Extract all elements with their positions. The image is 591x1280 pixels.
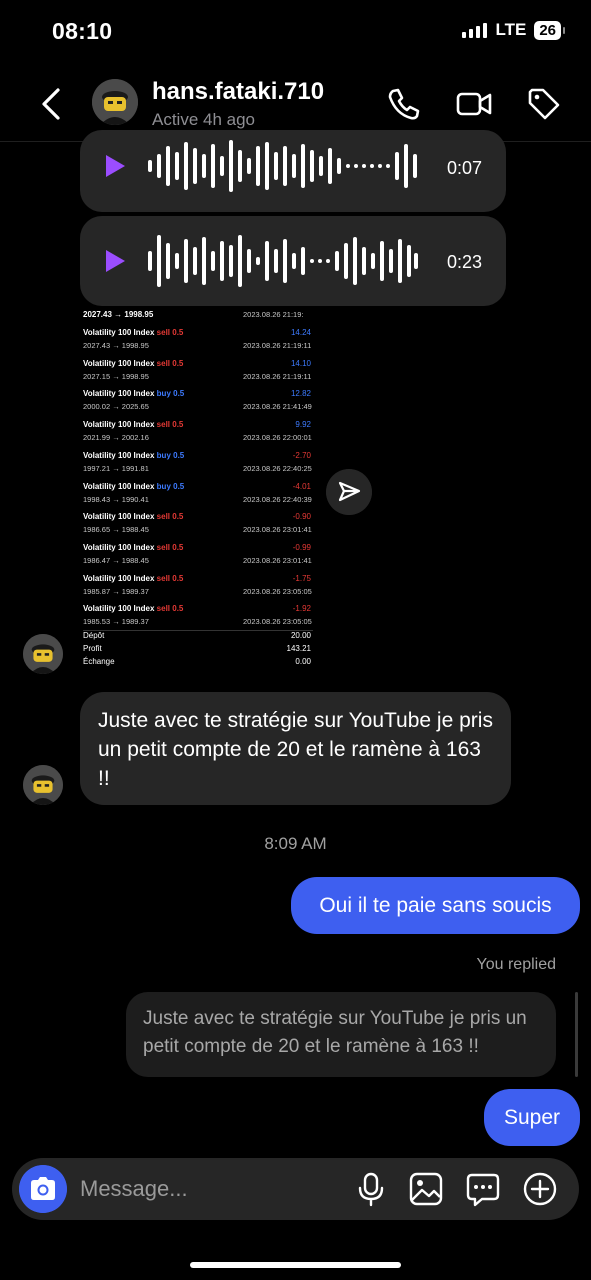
trade-pnl: -0.99 (292, 542, 311, 552)
outgoing-message[interactable]: Oui il te paie sans soucis (291, 877, 580, 934)
play-icon[interactable] (104, 154, 126, 178)
video-call-icon[interactable] (454, 84, 494, 124)
trade-prices: 2000.02 → 2025.65 (83, 402, 149, 412)
back-icon[interactable] (36, 84, 68, 124)
trade-symbol: Volatility 100 Index sell 0.5 (83, 328, 184, 337)
quoted-message[interactable]: Juste avec te stratégie sur YouTube je p… (126, 992, 556, 1077)
summary-row: Échange 0.00 (83, 657, 311, 666)
trade-time: 2023.08.26 23:01:41 (243, 555, 312, 565)
add-icon[interactable] (521, 1170, 559, 1208)
trade-pnl: 12.82 (290, 389, 311, 399)
tag-icon[interactable] (524, 84, 564, 124)
trade-row: Volatility 100 Index sell 0.5 2027.15 → 1… (83, 359, 313, 389)
outgoing-message[interactable]: Super (484, 1089, 580, 1146)
you-replied-label: You replied (476, 956, 556, 973)
trade-pnl: -1.92 (292, 604, 311, 614)
status-time: 08:10 (52, 18, 113, 44)
trade-time: 2023.08.26 21:19:11 (243, 371, 312, 381)
trade-symbol: Volatility 100 Index sell 0.5 (83, 358, 184, 368)
trade-prices: 1986.65 → 1988.45 (83, 525, 149, 535)
trade-row: Volatility 100 Index sell 0.5 1986.47 → 1… (83, 543, 313, 573)
trade-symbol: Volatility 100 Index sell 0.5 (83, 420, 184, 430)
quote-indicator (575, 992, 578, 1077)
message-input[interactable] (80, 1158, 340, 1220)
trade-symbol: Volatility 100 Index sell 0.5 (83, 542, 184, 552)
camera-icon[interactable] (19, 1165, 67, 1213)
voice-duration: 0:23 (446, 252, 482, 272)
summary-row: Dépôt 20.00 (83, 631, 311, 640)
trade-time: 2023.08.26 23:01:41 (243, 525, 312, 535)
voice-duration: 0:07 (446, 158, 482, 178)
trade-symbol: Volatility 100 Index sell 0.5 (83, 512, 184, 522)
gallery-icon[interactable] (407, 1170, 445, 1208)
trade-row: Volatility 100 Index sell 0.5 2021.99 → 2… (83, 420, 313, 450)
voice-message[interactable]: 0:23 (80, 216, 506, 306)
status-indicators: LTE 26 (462, 20, 565, 40)
sticker-icon[interactable] (464, 1170, 502, 1208)
trade-time: 2023.08.26 21:41:49 (243, 402, 312, 412)
microphone-icon[interactable] (352, 1170, 390, 1208)
trade-prices: 2027.43 → 1998.95 (83, 310, 154, 319)
trade-prices: 2027.15 → 1998.95 (83, 371, 149, 381)
trade-row: Volatility 100 Index buy 0.5 2000.02 → 20… (83, 389, 313, 419)
trade-symbol: Volatility 100 Index buy 0.5 (83, 481, 185, 491)
trade-symbol: Volatility 100 Index buy 0.5 (83, 389, 185, 399)
trade-time: 2023.08.26 22:40:39 (243, 494, 312, 504)
trade-pnl: 9.92 (295, 420, 311, 430)
trade-pnl: 14.24 (290, 328, 311, 337)
trade-row: Volatility 100 Index sell 0.5 2027.43 → 1… (83, 328, 313, 358)
trade-prices: 1997.21 → 1991.81 (83, 463, 149, 473)
contact-name[interactable]: hans.fataki.710 (152, 78, 324, 106)
trade-pnl: -1.75 (292, 573, 311, 583)
signal-icon (462, 22, 488, 38)
trade-prices: 1998.43 → 1990.41 (83, 494, 149, 504)
trade-pnl: 14.10 (290, 358, 311, 368)
active-status: Active 4h ago (152, 110, 256, 129)
trade-symbol: Volatility 100 Index sell 0.5 (83, 604, 184, 614)
incoming-message[interactable]: Juste avec te stratégie sur YouTube je p… (80, 692, 511, 805)
trade-prices: 1985.87 → 1989.37 (83, 586, 149, 596)
network-label: LTE (495, 20, 527, 39)
message-composer (12, 1158, 579, 1220)
trade-row: Volatility 100 Index sell 0.5 1985.87 → 1… (83, 574, 313, 604)
trade-symbol: Volatility 100 Index buy 0.5 (83, 450, 185, 460)
trade-prices: 2021.99 → 2002.16 (83, 433, 149, 443)
avatar[interactable] (92, 79, 138, 125)
trade-prices: 2027.43 → 1998.95 (83, 341, 149, 350)
waveform-icon (148, 140, 417, 192)
trade-time: 2023.08.26 23:05:05 (243, 586, 312, 596)
trade-pnl: -0.90 (292, 512, 311, 522)
home-indicator (190, 1262, 401, 1268)
trade-prices: 1986.47 → 1988.45 (83, 555, 149, 565)
time-separator: 8:09 AM (264, 834, 327, 853)
phone-call-icon[interactable] (384, 84, 424, 124)
trade-time: 2023.08.26 22:40:25 (243, 463, 312, 473)
trade-row: Volatility 100 Index buy 0.5 1998.43 → 19… (83, 482, 313, 512)
trade-symbol: Volatility 100 Index sell 0.5 (83, 573, 184, 583)
trade-time: 2023.08.26 22:00:01 (243, 433, 312, 443)
voice-message[interactable]: 0:07 (80, 130, 506, 212)
waveform-icon (148, 235, 418, 287)
trade-time: 2023.08.26 21:19: (243, 310, 304, 319)
battery-icon: 26 (534, 20, 565, 40)
trade-pnl: -2.70 (292, 450, 311, 460)
trade-time: 2023.08.26 21:19:11 (243, 341, 312, 350)
summary-row: Profit 143.21 (83, 644, 311, 653)
trade-time: 2023.08.26 23:05:05 (243, 617, 312, 627)
trade-row: Volatility 100 Index sell 0.5 1986.65 → 1… (83, 512, 313, 542)
trade-history-image[interactable]: 2027.43 → 1998.95 2023.08.26 21:19: Vola… (80, 306, 320, 672)
trade-row: Volatility 100 Index buy 0.5 1997.21 → 19… (83, 451, 313, 481)
account-summary: Dépôt 20.00 Profit 143.21 Échange 0.00 (83, 630, 313, 670)
trade-prices: 1985.53 → 1989.37 (83, 617, 149, 627)
play-icon[interactable] (104, 249, 126, 273)
sender-avatar[interactable] (23, 765, 63, 805)
trade-pnl: -4.01 (292, 481, 311, 491)
share-icon[interactable] (326, 469, 372, 515)
sender-avatar[interactable] (23, 634, 63, 674)
